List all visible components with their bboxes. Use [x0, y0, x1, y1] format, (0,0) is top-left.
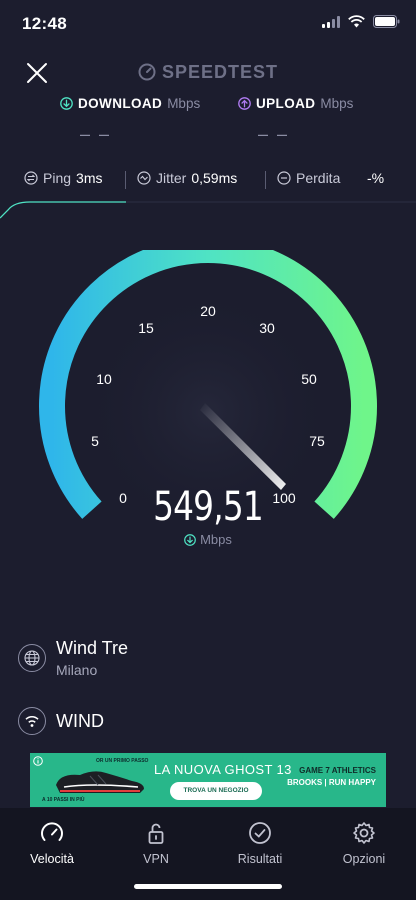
- ad-cta-button[interactable]: TROVA UN NEGOZIO: [170, 782, 262, 800]
- gauge-label: 10: [96, 371, 112, 387]
- gauge-label: 30: [259, 320, 275, 336]
- check-circle-icon: [249, 822, 271, 844]
- provider-row[interactable]: Wind Tre Milano: [18, 638, 128, 678]
- tab-label: Velocità: [30, 852, 74, 866]
- jitter-value: 0,59ms: [191, 170, 238, 186]
- provider-name: Wind Tre: [56, 638, 129, 658]
- download-graph: [0, 201, 416, 219]
- gauge-label: 5: [91, 433, 99, 449]
- brand-label: SPEEDTEST: [161, 62, 279, 82]
- download-unit: Mbps: [167, 96, 201, 111]
- status-time: 12:48: [22, 14, 67, 33]
- gauge-label: 50: [301, 371, 317, 387]
- ad-brand-top: GAME 7 ATHLETICS: [299, 766, 376, 775]
- stat-divider: [265, 171, 266, 189]
- wifi-network-icon: [18, 707, 46, 735]
- gauge-label: 20: [200, 303, 216, 319]
- network-row[interactable]: WIND: [18, 707, 104, 735]
- tab-results[interactable]: Risultati: [215, 820, 305, 866]
- tab-vpn[interactable]: VPN: [111, 820, 201, 866]
- loss-value-wrap: -%: [367, 170, 384, 186]
- ping-value: 3ms: [76, 170, 103, 186]
- stats-row: Ping 3ms Jitter 0,59ms Perdita -%: [0, 170, 416, 190]
- upload-label: UPLOAD: [256, 96, 316, 111]
- ad-info-icon[interactable]: [33, 756, 43, 766]
- ad-headline: LA NUOVA GHOST 13: [154, 762, 292, 777]
- ping-stat: Ping 3ms: [24, 170, 102, 186]
- speed-unit: Mbps: [200, 532, 232, 547]
- upload-unit: Mbps: [320, 96, 354, 111]
- jitter-label: Jitter: [156, 170, 187, 186]
- tab-label: Risultati: [237, 852, 283, 866]
- loss-value: -%: [367, 170, 385, 186]
- ping-icon: [24, 171, 38, 185]
- upload-header: UPLOAD Mbps: [238, 96, 353, 111]
- speed-value: 549,51: [153, 484, 264, 530]
- signal-icon: [322, 15, 340, 28]
- ad-brand-bottom: BROOKS | RUN HAPPY: [287, 778, 376, 787]
- brand-title: SPEEDTEST: [0, 62, 416, 83]
- gauge-label: 15: [138, 320, 154, 336]
- status-bar: 12:48: [0, 0, 416, 50]
- upload-arrow-icon: [238, 97, 251, 110]
- download-header: DOWNLOAD Mbps: [60, 96, 200, 111]
- speedometer-icon: [41, 822, 63, 841]
- upload-value: – –: [258, 124, 290, 144]
- lock-icon: [148, 823, 164, 844]
- loss-label: Perdita: [296, 170, 341, 186]
- tab-label: Opzioni: [342, 852, 386, 866]
- stat-divider: [125, 171, 126, 189]
- wifi-icon: [348, 15, 365, 28]
- speed-unit-wrap: Mbps: [0, 532, 416, 547]
- tab-label: VPN: [143, 852, 169, 866]
- download-arrow-icon: [60, 97, 73, 110]
- network-name: WIND: [56, 710, 104, 731]
- ad-brand: GAME 7 ATHLETICS BROOKS | RUN HAPPY: [287, 765, 376, 789]
- ad-banner[interactable]: OR UN PRIMO PASSO A 10 PASSI IN PIÙ LA N…: [30, 753, 386, 807]
- home-indicator[interactable]: [134, 884, 282, 889]
- download-label: DOWNLOAD: [78, 96, 163, 111]
- provider-city: Milano: [56, 662, 98, 678]
- globe-icon: [18, 644, 46, 672]
- jitter-stat: Jitter 0,59ms: [137, 170, 237, 186]
- tab-speed[interactable]: Velocità: [7, 820, 97, 866]
- battery-icon: [373, 15, 400, 28]
- packet-loss-icon: [277, 171, 291, 185]
- loss-stat: Perdita: [277, 170, 340, 186]
- status-icons: [322, 15, 400, 28]
- ad-small-bottom: A 10 PASSI IN PIÙ: [42, 797, 85, 803]
- jitter-icon: [137, 171, 151, 185]
- download-arrow-icon: [184, 534, 196, 546]
- shoe-image: [56, 771, 144, 793]
- gauge-label: 75: [309, 433, 325, 449]
- download-value: – –: [80, 124, 112, 144]
- gear-icon: [353, 822, 375, 844]
- ping-label: Ping: [43, 170, 72, 186]
- tab-options[interactable]: Opzioni: [319, 820, 409, 866]
- speedtest-logo-icon: [138, 63, 156, 81]
